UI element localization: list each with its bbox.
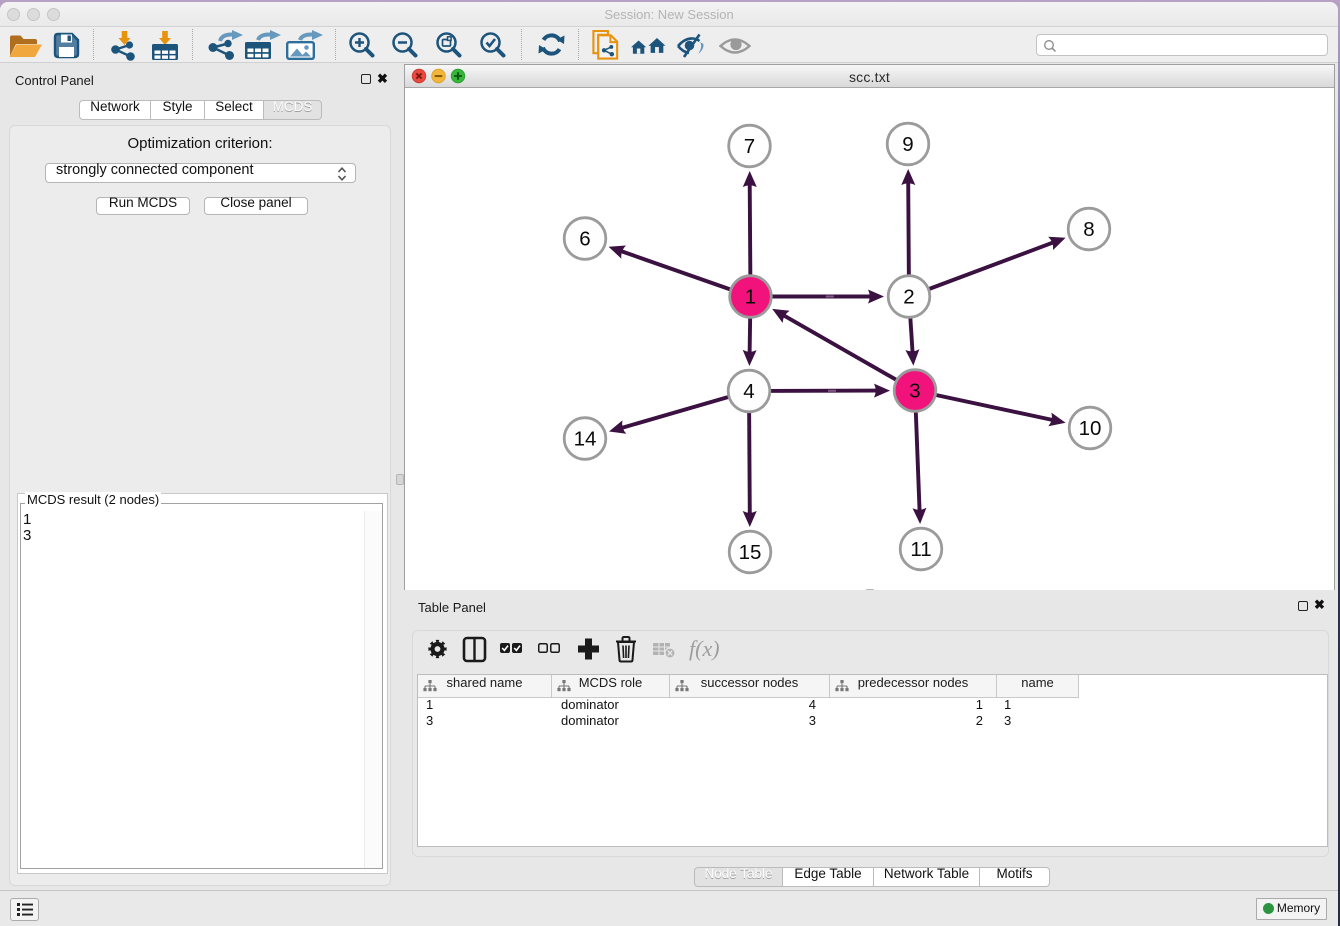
svg-text:14: 14 [574, 428, 597, 451]
svg-text:11: 11 [910, 538, 931, 561]
svg-text:3: 3 [909, 380, 920, 403]
svg-text:9: 9 [902, 133, 913, 156]
svg-text:10: 10 [1079, 417, 1102, 440]
svg-text:7: 7 [744, 135, 755, 158]
svg-text:1: 1 [745, 286, 756, 309]
svg-text:2: 2 [903, 286, 914, 309]
svg-text:6: 6 [579, 228, 590, 251]
svg-text:4: 4 [743, 380, 754, 403]
svg-text:f(x): f(x) [689, 636, 720, 661]
svg-text:15: 15 [739, 541, 762, 564]
svg-text:8: 8 [1083, 218, 1094, 241]
